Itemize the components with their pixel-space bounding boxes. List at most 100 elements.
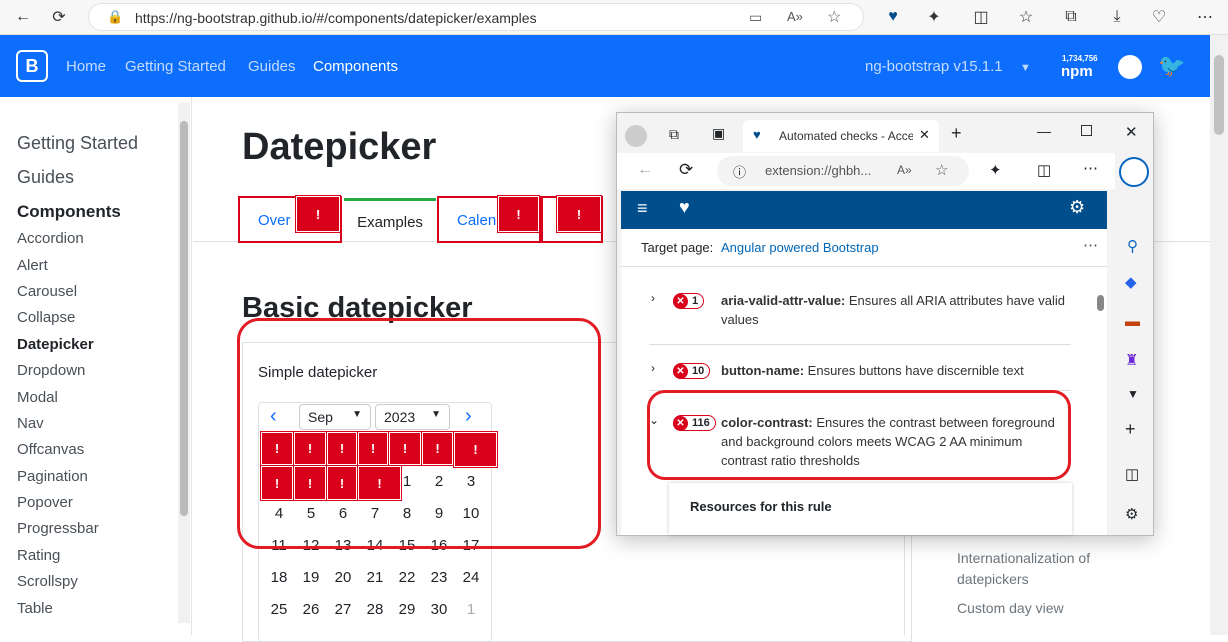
toc-link-custom-day-view[interactable]: Custom day view xyxy=(957,600,1064,616)
search-icon[interactable]: ⚲ xyxy=(1127,237,1138,255)
more-icon[interactable]: ⋯ xyxy=(1083,159,1098,177)
sidebar-toggle-icon[interactable]: ◫ xyxy=(1125,465,1139,483)
day-cell[interactable]: 27 xyxy=(327,596,359,624)
day-cell[interactable]: 25 xyxy=(263,596,295,624)
sidebar-item-dropdown[interactable]: Dropdown xyxy=(17,362,85,379)
page-scrollbar[interactable] xyxy=(1210,35,1228,635)
sidebar-scrollbar[interactable] xyxy=(178,103,190,623)
sidebar-item-popover[interactable]: Popover xyxy=(17,494,73,511)
favorite-star-icon[interactable]: ☆ xyxy=(935,161,948,179)
sidebar-item-datepicker[interactable]: Datepicker xyxy=(17,336,94,353)
twitter-icon[interactable]: 🐦 xyxy=(1158,53,1185,79)
maximize-icon[interactable] xyxy=(1081,125,1092,136)
a11y-error-badge[interactable]: ! xyxy=(295,195,341,233)
target-page-link[interactable]: Angular powered Bootstrap xyxy=(721,240,879,255)
workspaces-icon[interactable]: ⧉ xyxy=(669,126,679,143)
day-cell[interactable]: 21 xyxy=(359,564,391,592)
browser-tab[interactable]: ♥ Automated checks - Acce ✕ xyxy=(743,120,939,152)
sidebar-guides[interactable]: Guides xyxy=(17,167,74,188)
sidebar-item-modal[interactable]: Modal xyxy=(17,389,58,406)
day-cell[interactable]: 28 xyxy=(359,596,391,624)
tools-icon[interactable]: ▬ xyxy=(1125,313,1140,330)
gear-icon[interactable]: ⚙ xyxy=(1125,505,1138,523)
nav-components[interactable]: Components xyxy=(313,58,398,75)
sidebar-item-carousel[interactable]: Carousel xyxy=(17,283,77,300)
more-options-icon[interactable]: ⋯ xyxy=(1083,236,1098,254)
day-cell[interactable]: 19 xyxy=(295,564,327,592)
panel-scrollbar-thumb[interactable] xyxy=(1097,295,1104,311)
panel-scrollbar[interactable] xyxy=(1095,275,1107,525)
a11y-error-badge[interactable]: ! xyxy=(497,195,540,233)
minimize-icon[interactable]: — xyxy=(1037,123,1051,139)
bootstrap-logo[interactable]: B xyxy=(16,50,48,82)
performance-icon[interactable]: ♡ xyxy=(1146,5,1172,29)
close-window-icon[interactable]: ✕ xyxy=(1125,123,1138,141)
back-icon[interactable]: ← xyxy=(637,161,653,179)
collections-icon[interactable]: ⧉ xyxy=(1058,5,1084,29)
split-screen-icon[interactable]: ◫ xyxy=(1037,161,1051,179)
tab-examples[interactable]: Examples xyxy=(344,198,436,243)
read-aloud-icon[interactable]: A» xyxy=(787,9,803,24)
sidebar-item-progressbar[interactable]: Progressbar xyxy=(17,520,99,537)
day-cell[interactable]: 29 xyxy=(391,596,423,624)
npm-logo[interactable]: npm xyxy=(1061,63,1093,80)
split-screen-icon[interactable]: ◫ xyxy=(968,5,994,29)
close-tab-icon[interactable]: ✕ xyxy=(919,127,930,143)
sidebar-getting-started[interactable]: Getting Started xyxy=(17,133,138,154)
hamburger-menu-icon[interactable]: ≡ xyxy=(637,198,648,219)
day-cell-outside[interactable]: 1 xyxy=(455,596,487,624)
day-cell[interactable]: 23 xyxy=(423,564,455,592)
reload-icon[interactable]: ⟳ xyxy=(679,160,693,180)
tab-actions-icon[interactable]: ▣ xyxy=(712,125,725,142)
games-icon[interactable]: ♜ xyxy=(1125,351,1138,369)
sidebar-item-accordion[interactable]: Accordion xyxy=(17,230,84,247)
sidebar-item-alert[interactable]: Alert xyxy=(17,257,48,274)
add-icon[interactable]: + xyxy=(1125,419,1136,440)
rule-button-name[interactable]: button-name: Ensures buttons have discer… xyxy=(721,361,1081,380)
chevron-down-icon[interactable]: ▼ xyxy=(1127,387,1139,401)
read-aloud-icon[interactable]: A» xyxy=(897,163,912,177)
nav-home[interactable]: Home xyxy=(66,58,106,75)
github-icon[interactable] xyxy=(1118,55,1142,79)
downloads-icon[interactable]: ⤓ xyxy=(1104,5,1130,29)
extensions-icon[interactable]: ✦ xyxy=(989,161,1002,179)
favorites-icon[interactable]: ☆ xyxy=(1013,5,1039,29)
info-icon[interactable]: ⓘ xyxy=(733,162,746,181)
sidebar-item-pagination[interactable]: Pagination xyxy=(17,468,88,485)
nav-guides[interactable]: Guides xyxy=(248,58,296,75)
day-cell[interactable]: 22 xyxy=(391,564,423,592)
back-icon[interactable]: ← xyxy=(10,5,36,29)
sidebar-item-scrollspy[interactable]: Scrollspy xyxy=(17,573,78,590)
a11y-error-badge[interactable]: ! xyxy=(556,195,602,233)
gear-icon[interactable]: ⚙ xyxy=(1069,197,1085,218)
rule-aria-valid-attr-value[interactable]: aria-valid-attr-value: Ensures all ARIA … xyxy=(721,291,1081,329)
chevron-right-icon[interactable]: › xyxy=(651,361,655,375)
extensions-icon[interactable]: ✦ xyxy=(921,5,947,29)
lock-icon[interactable]: 🔒 xyxy=(107,9,123,25)
day-cell[interactable]: 18 xyxy=(263,564,295,592)
sidebar-item-nav[interactable]: Nav xyxy=(17,415,44,432)
day-cell[interactable]: 30 xyxy=(423,596,455,624)
address-bar[interactable]: 🔒 https://ng-bootstrap.github.io/#/compo… xyxy=(88,3,864,31)
day-cell[interactable]: 26 xyxy=(295,596,327,624)
sidebar-item-collapse[interactable]: Collapse xyxy=(17,309,75,326)
scrollbar-thumb[interactable] xyxy=(1214,55,1224,135)
favorite-star-icon[interactable]: ☆ xyxy=(827,7,841,27)
app-available-icon[interactable]: ▭ xyxy=(749,9,762,26)
accessibility-insights-icon[interactable]: ♥ xyxy=(880,5,906,29)
more-icon[interactable]: ⋯ xyxy=(1192,5,1218,29)
shopping-icon[interactable]: ◆ xyxy=(1125,273,1137,291)
popup-address-bar[interactable]: ⓘ extension://ghbh... A» ☆ xyxy=(717,156,969,186)
sidebar-item-offcanvas[interactable]: Offcanvas xyxy=(17,441,84,458)
day-cell[interactable]: 20 xyxy=(327,564,359,592)
version-dropdown[interactable]: ng-bootstrap v15.1.1 xyxy=(865,58,1003,75)
sidebar-item-rating[interactable]: Rating xyxy=(17,547,60,564)
sidebar-item-table[interactable]: Table xyxy=(17,600,53,617)
toc-link-i18n[interactable]: Internationalization of datepickers xyxy=(957,548,1117,590)
chevron-right-icon[interactable]: › xyxy=(651,291,655,305)
day-cell[interactable]: 24 xyxy=(455,564,487,592)
new-tab-icon[interactable]: + xyxy=(951,123,962,144)
nav-getting-started[interactable]: Getting Started xyxy=(125,58,226,75)
profile-avatar[interactable] xyxy=(625,125,647,147)
reload-icon[interactable]: ⟳ xyxy=(46,5,72,29)
